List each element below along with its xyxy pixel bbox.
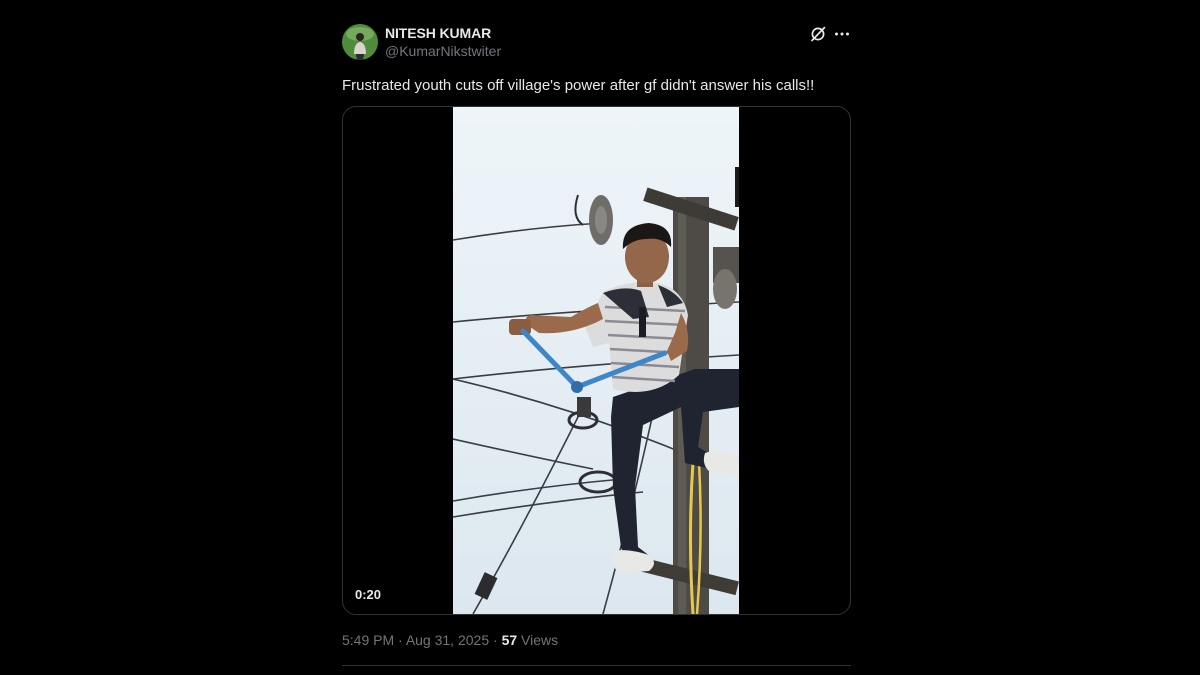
tweet-meta: 5:49 PM · Aug 31, 2025 · 57 Views <box>342 631 851 649</box>
more-icon[interactable] <box>833 25 851 43</box>
meta-separator: · <box>489 632 502 648</box>
video-thumbnail <box>453 107 739 614</box>
video-player[interactable]: 0:20 <box>342 106 851 615</box>
video-frame[interactable] <box>453 107 739 614</box>
tweet[interactable]: NITESH KUMAR @KumarNikstwiter Frustrated… <box>342 22 851 666</box>
author-display-name[interactable]: NITESH KUMAR <box>385 25 501 42</box>
tweet-text: Frustrated youth cuts off village's powe… <box>342 77 815 94</box>
meta-separator: · <box>394 632 406 648</box>
views-label[interactable]: Views <box>517 632 558 648</box>
author-handle[interactable]: @KumarNikstwiter <box>385 42 501 60</box>
grok-icon[interactable] <box>809 25 827 43</box>
video-duration: 0:20 <box>355 587 382 602</box>
tweet-header: NITESH KUMAR @KumarNikstwiter <box>342 22 851 62</box>
avatar-image <box>342 24 378 60</box>
tweet-date[interactable]: Aug 31, 2025 <box>406 632 489 648</box>
divider <box>342 665 851 666</box>
views-count[interactable]: 57 <box>502 632 518 648</box>
tweet-time[interactable]: 5:49 PM <box>342 632 394 648</box>
author-names: NITESH KUMAR @KumarNikstwiter <box>385 25 501 60</box>
avatar[interactable] <box>342 24 378 60</box>
